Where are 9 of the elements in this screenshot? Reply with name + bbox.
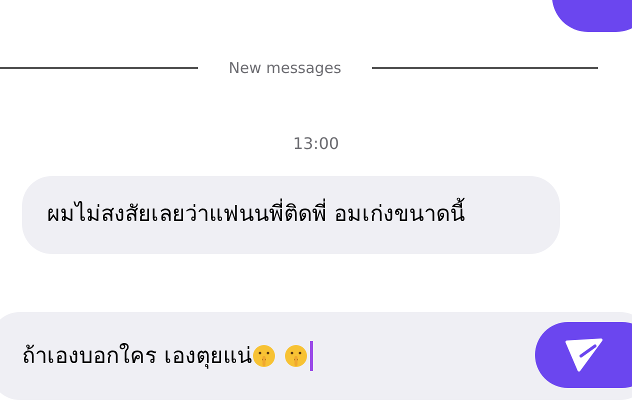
message-bubble: ผมไม่สงสัยเลยว่าแฟนนพี่ติดพี่ อมเก่งขนาดนี้ — [22, 176, 560, 254]
send-icon — [565, 338, 603, 372]
send-button[interactable] — [535, 322, 632, 388]
message-time: 13:00 — [292, 132, 340, 154]
shushing-face-icon — [252, 344, 276, 368]
composer-text: ถ้าเองบอกใคร เองตุยแน่ — [22, 342, 252, 371]
new-messages-divider: New messages — [228, 58, 342, 79]
text-cursor — [310, 341, 313, 371]
shushing-face-icon — [284, 344, 308, 368]
